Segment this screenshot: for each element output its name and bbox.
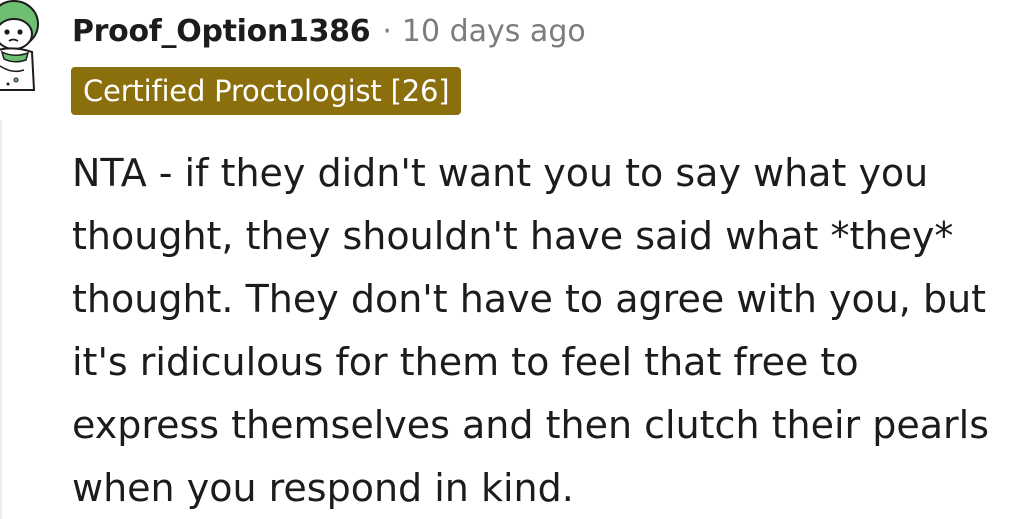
avatar[interactable] — [0, 0, 48, 92]
comment-body-line: when you respond in kind. — [72, 466, 574, 510]
user-flair-text: Certified Proctologist [26] — [83, 74, 450, 108]
timestamp-link[interactable]: 10 days ago — [402, 14, 586, 49]
comment-body-line: thought, they shouldn't have said what *… — [72, 214, 954, 258]
user-flair: Certified Proctologist [26] — [71, 67, 462, 115]
comment-body-line: NTA - if they didn't want you to say wha… — [72, 151, 929, 195]
username-link[interactable]: Proof_Option1386 — [72, 14, 371, 49]
meta-separator: · — [382, 13, 392, 49]
thread-line[interactable] — [0, 120, 2, 519]
comment-body-line: it's ridiculous for them to feel that fr… — [72, 340, 859, 384]
comment-header: Proof_Option1386 · 10 days ago — [72, 8, 586, 54]
comment-body-line: express themselves and then clutch their… — [72, 403, 989, 447]
comment-body: NTA - if they didn't want you to say wha… — [72, 142, 1017, 519]
snoo-avatar-icon — [0, 0, 39, 91]
comment-body-line: thought. They don't have to agree with y… — [72, 277, 987, 321]
comment: Proof_Option1386 · 10 days ago Certified… — [0, 0, 1024, 519]
